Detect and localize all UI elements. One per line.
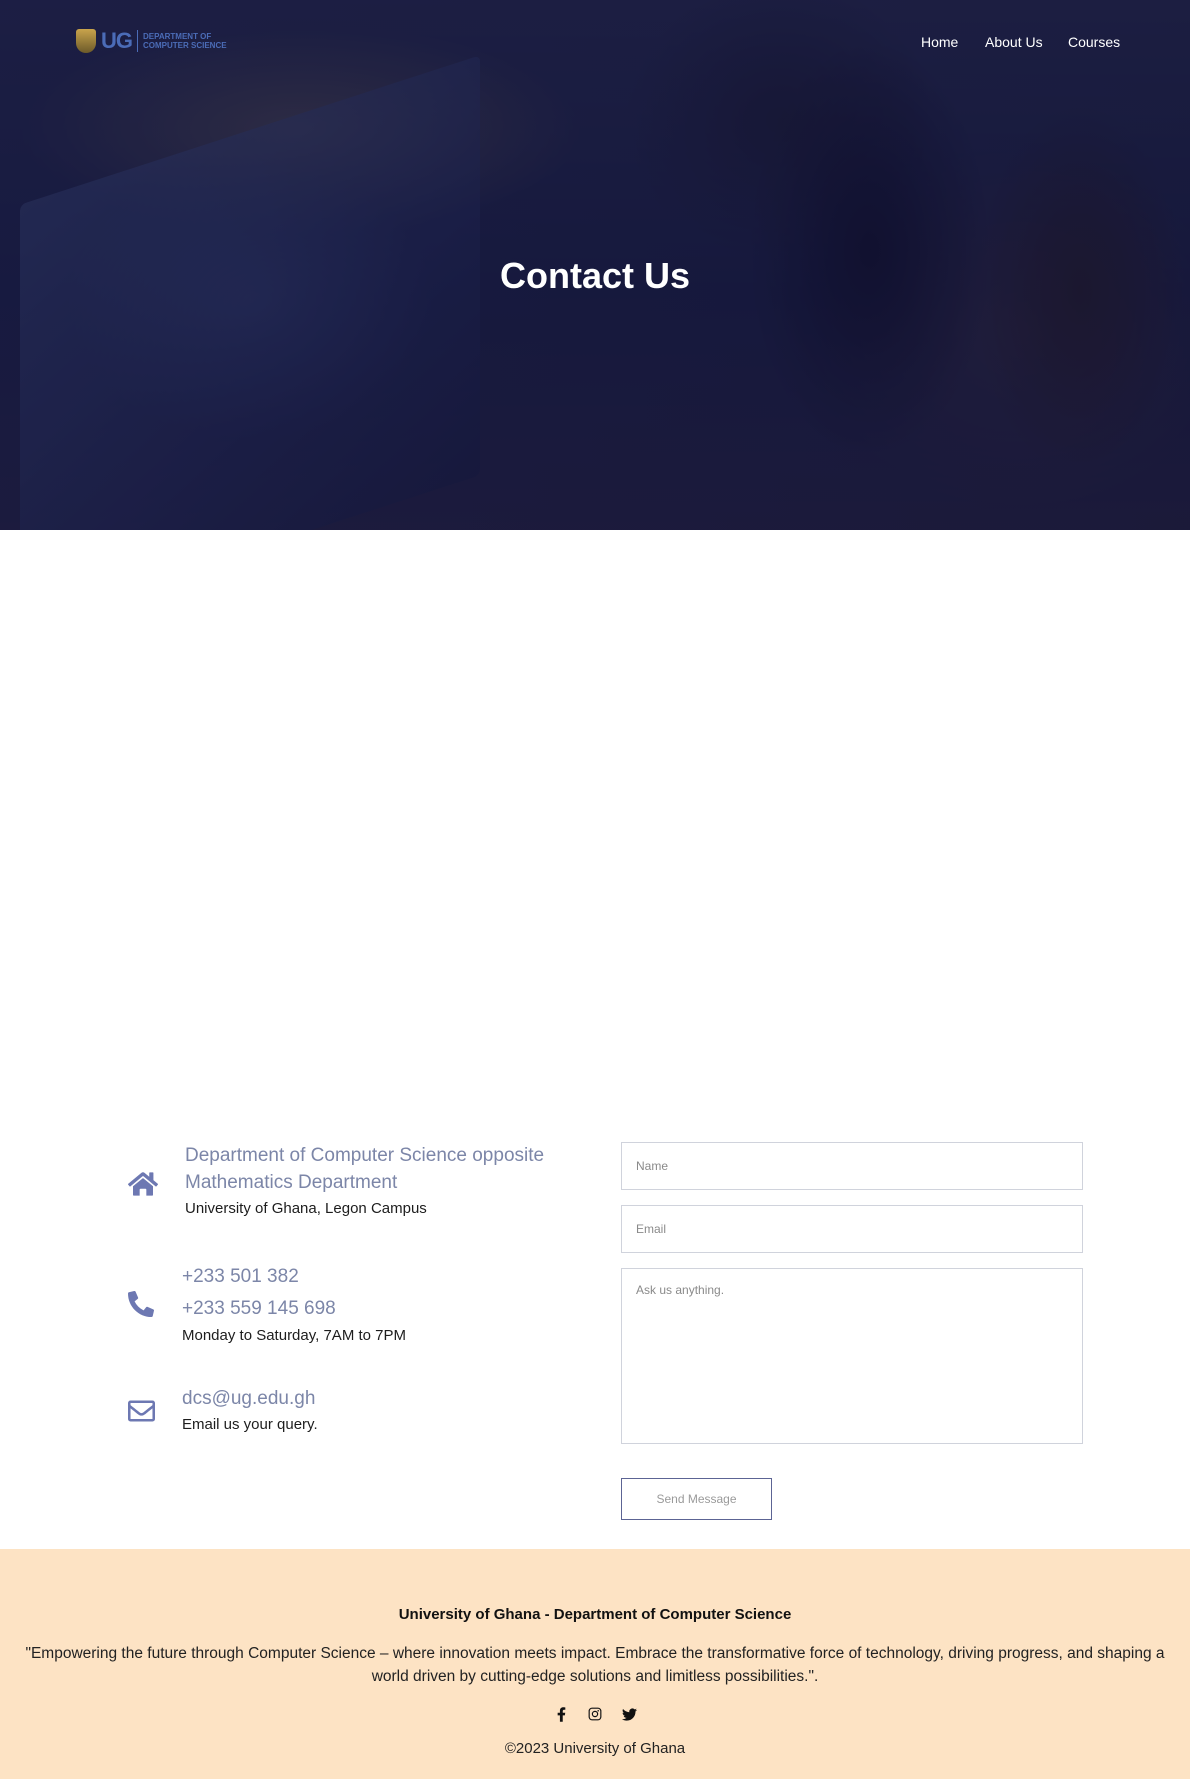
nav-courses[interactable]: Courses — [1068, 34, 1120, 50]
name-field[interactable] — [621, 1142, 1083, 1190]
hero-banner: UG DEPARTMENT OF COMPUTER SCIENCE Home A… — [0, 0, 1190, 530]
address-sub: University of Ghana, Legon Campus — [185, 1200, 427, 1217]
envelope-icon — [128, 1400, 155, 1422]
message-field[interactable] — [621, 1268, 1083, 1444]
twitter-icon[interactable] — [621, 1706, 637, 1722]
send-message-button[interactable]: Send Message — [621, 1478, 772, 1520]
address-line-1: Department of Computer Science opposite — [185, 1145, 545, 1166]
address-line-2: Mathematics Department — [185, 1172, 398, 1193]
nav-about-us[interactable]: About Us — [985, 34, 1043, 50]
email-field[interactable] — [621, 1205, 1083, 1253]
map-embed[interactable] — [0, 530, 1190, 1100]
nav-home[interactable]: Home — [921, 34, 958, 50]
social-links — [0, 1706, 1190, 1722]
footer-title: University of Ghana - Department of Comp… — [398, 1606, 792, 1623]
phone-number-2[interactable]: +233 559 145 698 — [182, 1293, 582, 1325]
phone-hours: Monday to Saturday, 7AM to 7PM — [182, 1327, 406, 1344]
instagram-icon[interactable] — [587, 1706, 603, 1722]
site-footer: University of Ghana - Department of Comp… — [0, 1549, 1190, 1779]
site-logo[interactable]: UG DEPARTMENT OF COMPUTER SCIENCE — [76, 28, 227, 54]
logo-line-2: COMPUTER SCIENCE — [143, 41, 227, 50]
copyright: ©2023 University of Ghana — [504, 1740, 686, 1757]
email-address[interactable]: dcs@ug.edu.gh — [182, 1384, 582, 1414]
logo-line-1: DEPARTMENT OF — [143, 32, 212, 41]
phone-icon — [128, 1291, 154, 1317]
logo-divider — [137, 30, 138, 52]
facebook-icon[interactable] — [553, 1706, 569, 1722]
address-title: Department of Computer Science opposite … — [185, 1142, 625, 1196]
logo-short: UG — [101, 28, 133, 53]
crest-icon — [76, 29, 96, 53]
email-sub: Email us your query. — [182, 1416, 318, 1433]
page-title: Contact Us — [499, 255, 691, 296]
phone-number-1[interactable]: +233 501 382 — [182, 1261, 582, 1293]
home-icon — [128, 1172, 158, 1196]
footer-quote: "Empowering the future through Computer … — [25, 1645, 1165, 1685]
logo-text: DEPARTMENT OF COMPUTER SCIENCE — [143, 32, 227, 50]
